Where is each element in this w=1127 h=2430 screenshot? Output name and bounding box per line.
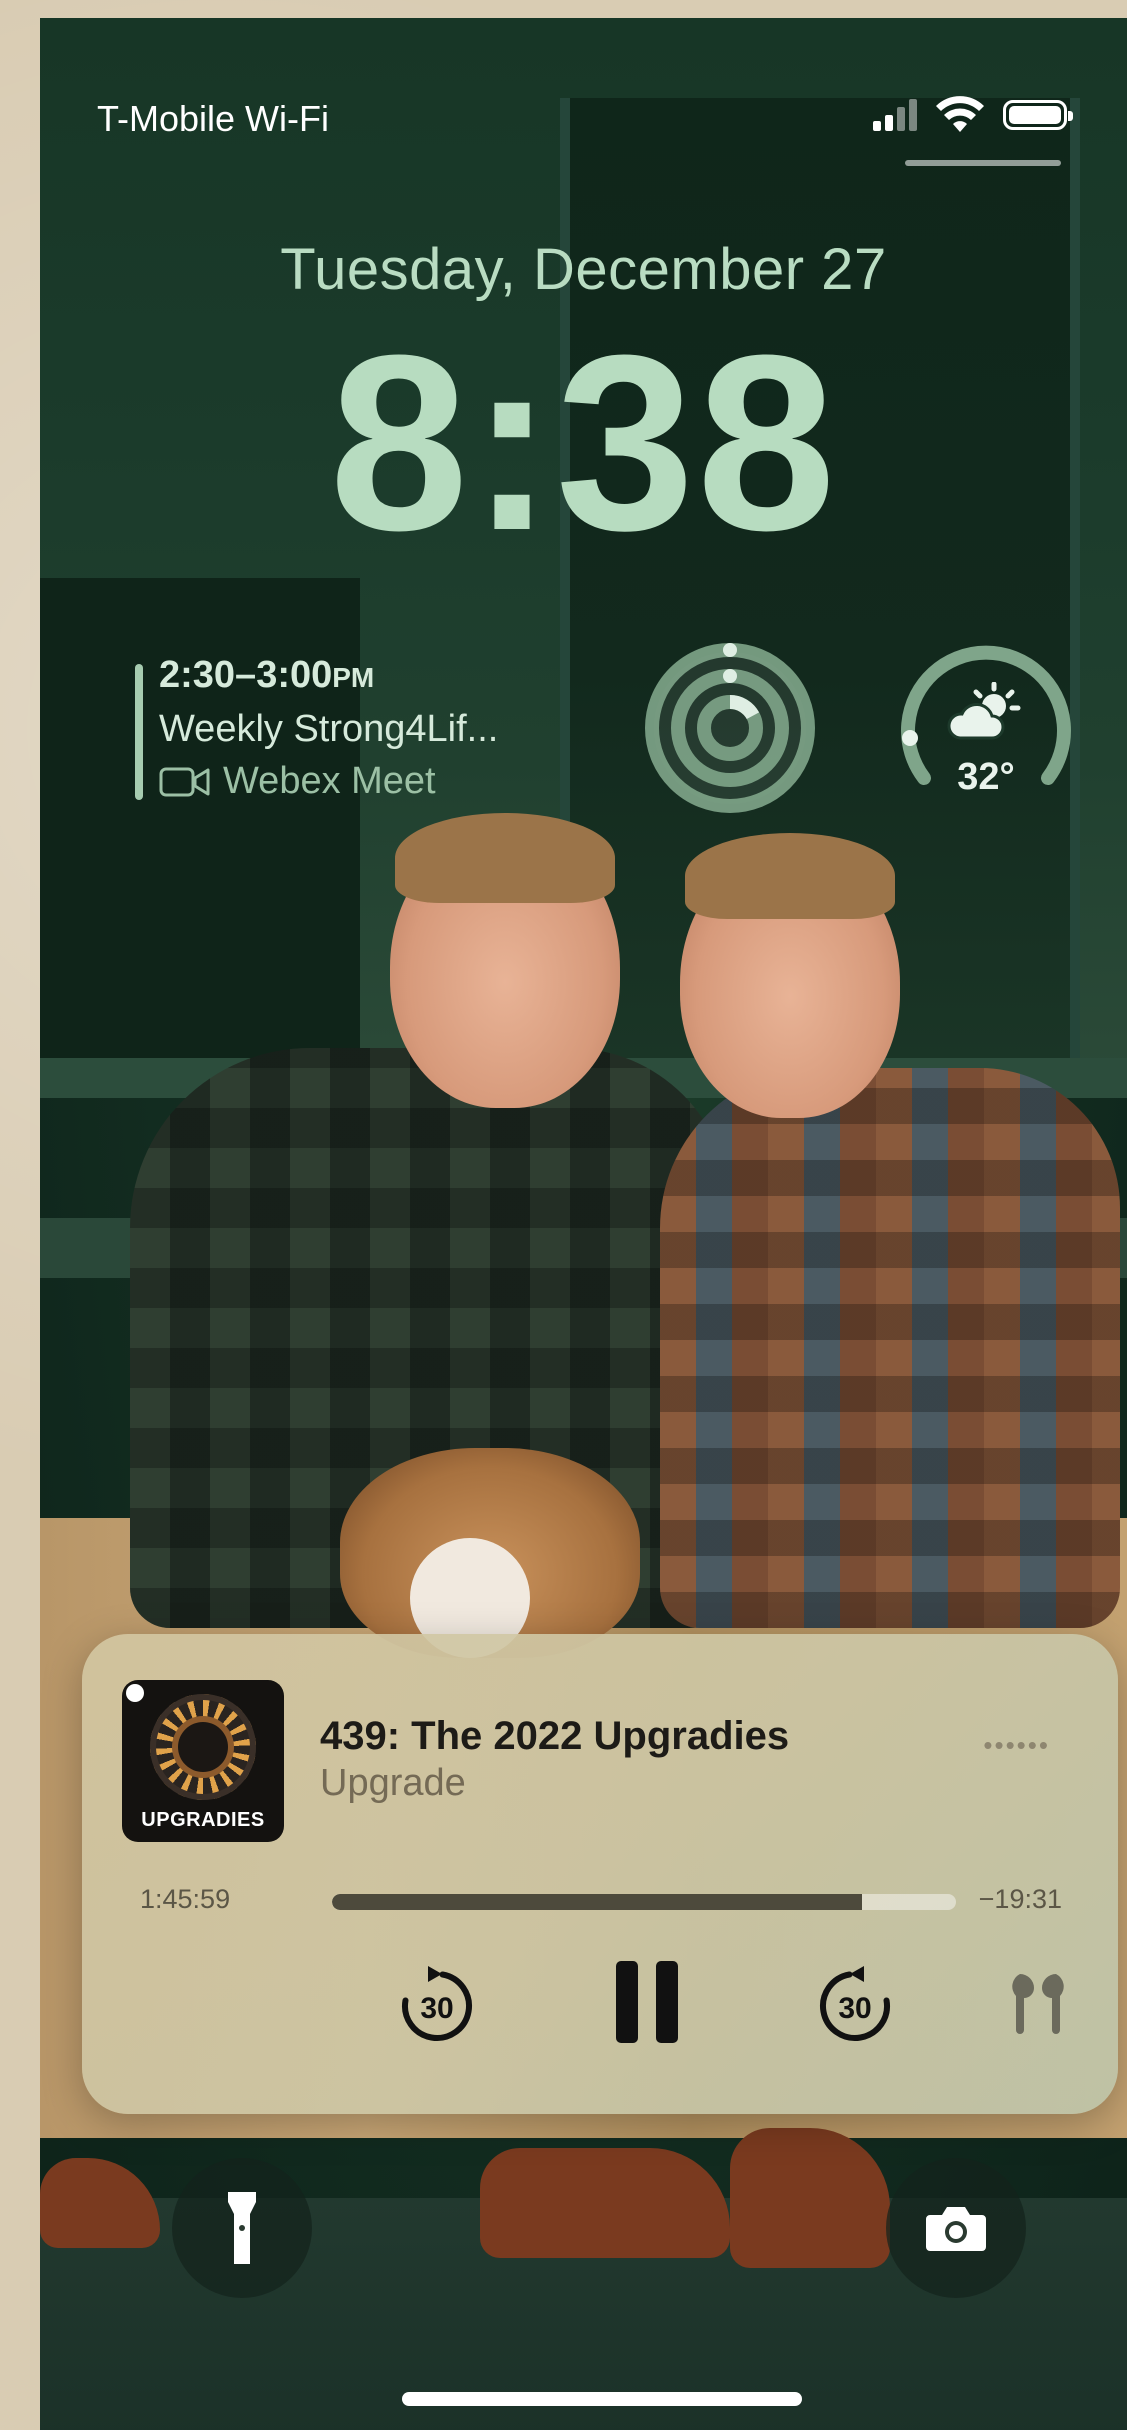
playback-progress-fill — [332, 1894, 863, 1910]
skip-forward-button[interactable]: 30 — [810, 1960, 900, 2050]
wallpaper-shoe — [40, 2158, 160, 2248]
calendar-time-range: 2:30–3:00 — [159, 654, 333, 696]
track-title: 439: The 2022 Upgradies — [320, 1714, 790, 1758]
home-indicator[interactable] — [402, 2392, 802, 2406]
wallpaper-person-right — [660, 1068, 1120, 1628]
skip-back-30-icon: 30 — [402, 1966, 472, 2041]
wallpaper-shoe — [480, 2148, 730, 2258]
skip-back-label: 30 — [420, 1992, 453, 2025]
calendar-time-suffix: PM — [332, 662, 375, 693]
weather-widget[interactable]: 32° — [896, 638, 1076, 818]
flashlight-icon — [228, 2192, 256, 2264]
partly-cloudy-icon — [947, 682, 1021, 740]
camera-button[interactable] — [886, 2158, 1026, 2298]
calendar-event-time: 2:30–3:00PM — [159, 654, 374, 697]
calendar-event-location: Webex Meet — [159, 760, 436, 803]
more-dots-icon[interactable]: •••••• — [983, 1730, 1050, 1761]
wallpaper-hair-left — [395, 813, 615, 903]
wifi-icon — [936, 96, 984, 132]
remaining-time: −19:31 — [978, 1884, 1062, 1914]
wallpaper-shoe — [730, 2128, 890, 2268]
artwork-label: UPGRADIES — [141, 1809, 265, 1831]
airpods-icon — [1012, 1974, 1064, 2034]
audio-output-button[interactable] — [1002, 1968, 1074, 2040]
track-show: Upgrade — [320, 1762, 466, 1804]
lock-time[interactable]: 8:38 — [40, 318, 1127, 568]
skip-forward-30-icon: 30 — [820, 1966, 890, 2041]
status-bar: T-Mobile Wi-Fi — [40, 88, 1127, 166]
activity-rings-icon — [645, 643, 815, 813]
calendar-event-title: Weekly Strong4Lif... — [159, 708, 499, 750]
skip-forward-label: 30 — [838, 1992, 871, 2025]
status-icons — [873, 96, 1073, 134]
video-camera-icon — [159, 767, 210, 796]
carrier-label: T-Mobile Wi-Fi — [97, 98, 329, 139]
pause-icon — [616, 1961, 678, 2043]
weather-temperature: 32° — [957, 756, 1015, 798]
lock-date: Tuesday, December 27 — [280, 237, 887, 302]
status-indicator-line — [905, 160, 1061, 166]
podcast-artwork[interactable]: UPGRADIES — [122, 1680, 284, 1842]
now-playing-widget[interactable]: UPGRADIES 439: The 2022 Upgradies Upgrad… — [82, 1634, 1118, 2114]
activity-widget[interactable] — [640, 638, 820, 818]
wallpaper-hair-right — [685, 833, 895, 919]
calendar-location-label: Webex Meet — [223, 760, 436, 802]
artwork-badge — [126, 1684, 144, 1702]
elapsed-time: 1:45:59 — [140, 1884, 231, 1914]
pause-button[interactable] — [602, 1952, 692, 2052]
camera-icon — [926, 2207, 986, 2251]
flashlight-button[interactable] — [172, 2158, 312, 2298]
cellular-signal-icon — [873, 99, 917, 131]
playback-scrubber[interactable] — [332, 1894, 956, 1910]
artwork-wheel — [150, 1694, 256, 1800]
skip-back-button[interactable]: 30 — [392, 1960, 482, 2050]
calendar-widget[interactable]: 2:30–3:00PM Weekly Strong4Lif... Webex M… — [135, 644, 555, 804]
battery-icon — [1003, 100, 1073, 130]
lock-screen: T-Mobile Wi-Fi Tuesday, December 27 8:38… — [40, 18, 1127, 2430]
calendar-accent-bar — [135, 664, 143, 800]
